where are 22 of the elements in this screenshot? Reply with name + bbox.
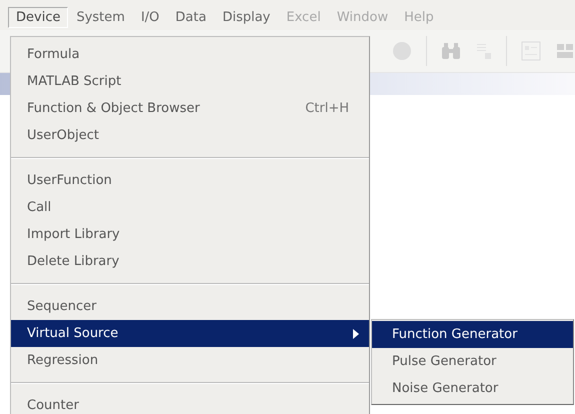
- menu-item[interactable]: Noise Generator: [372, 375, 573, 402]
- binoculars-icon[interactable]: [440, 42, 461, 60]
- menu-bar-item[interactable]: System: [68, 6, 133, 28]
- menu-bar-item[interactable]: Data: [167, 6, 214, 28]
- menu-item[interactable]: Sequencer: [11, 293, 369, 320]
- menu-item[interactable]: UserObject: [11, 122, 369, 149]
- menu-bar-item[interactable]: Device: [8, 6, 68, 28]
- grid-icon[interactable]: [555, 41, 575, 61]
- menu-item[interactable]: MATLAB Script: [11, 68, 369, 95]
- menu-item[interactable]: Function Generator: [372, 321, 573, 348]
- menu-bar-item[interactable]: I/O: [132, 6, 168, 28]
- menu-bar-item[interactable]: Display: [214, 6, 278, 28]
- menu-item[interactable]: Regression: [11, 347, 369, 374]
- menu-item[interactable]: UserFunction: [11, 167, 369, 194]
- menu-item[interactable]: Pulse Generator: [372, 348, 573, 375]
- menu-item[interactable]: Virtual Source: [11, 320, 369, 347]
- menu-item[interactable]: Counter: [11, 392, 369, 414]
- menu-item[interactable]: Import Library: [11, 221, 369, 248]
- menu-item[interactable]: Formula: [11, 41, 369, 68]
- menu-item[interactable]: Function & Object Browser Ctrl+H: [11, 95, 369, 122]
- menu-item[interactable]: Call: [11, 194, 369, 221]
- menu-item[interactable]: Delete Library: [11, 248, 369, 275]
